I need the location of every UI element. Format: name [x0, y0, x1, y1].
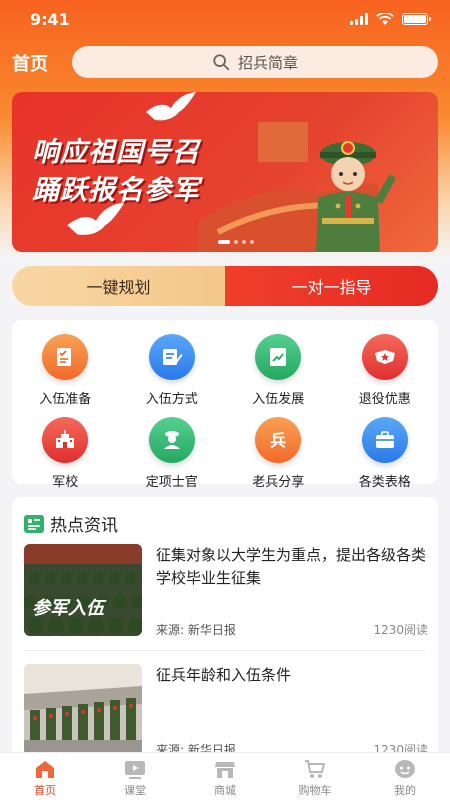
officer-icon	[148, 417, 195, 463]
status-icons	[350, 13, 431, 25]
news-icon	[24, 514, 44, 533]
school-building-icon	[42, 417, 89, 463]
carousel-indicator	[218, 240, 254, 244]
action-buttons: 一键规划 一对一指导	[12, 266, 438, 306]
status-bar: 9:41	[0, 0, 450, 40]
profile-icon	[395, 760, 415, 778]
news-section: 热点资讯 参军入伍 征集对象以大学生为重点，提出各级各类学校毕业生征集 来源: …	[12, 497, 438, 757]
tab-store[interactable]: 商城	[180, 753, 270, 800]
tab-profile[interactable]: 我的	[360, 753, 450, 800]
news-header: 热点资讯	[24, 511, 118, 536]
wifi-icon	[376, 13, 394, 25]
grid-item-enlist-development[interactable]: 入伍发展	[225, 334, 332, 407]
tab-home[interactable]: 首页	[0, 753, 90, 800]
grid-item-veteran-share[interactable]: 兵 老兵分享	[225, 417, 332, 490]
soldier-char-icon: 兵	[255, 417, 302, 463]
grid-item-enlist-method[interactable]: 入伍方式	[119, 334, 226, 407]
grid-label: 定项士官	[145, 475, 198, 490]
grid-item-forms[interactable]: 各类表格	[332, 417, 439, 490]
banner-headline-2: 踊跃报名参军	[32, 175, 200, 206]
tab-classroom[interactable]: 课堂	[90, 753, 180, 800]
tab-label: 商城	[214, 784, 236, 797]
store-icon	[215, 762, 235, 778]
news-thumbnail	[24, 664, 142, 756]
briefcase-icon	[361, 417, 408, 463]
search-placeholder: 招兵简章	[237, 53, 298, 72]
news-section-title: 热点资讯	[50, 516, 118, 536]
tab-label: 购物车	[298, 784, 332, 797]
grid-item-military-academy[interactable]: 军校	[12, 417, 119, 490]
news-source: 来源: 新华日报	[156, 623, 236, 637]
grid-item-veteran-benefits[interactable]: 退役优惠	[332, 334, 439, 407]
feature-grid: 入伍准备 入伍方式 入伍发展 退役优惠 军校 定项士官 兵 老兵分享 各类表格	[12, 320, 438, 490]
document-pen-icon	[148, 334, 195, 380]
grid-label: 军校	[52, 475, 79, 490]
grid-label: 各类表格	[358, 475, 411, 490]
grid-label: 老兵分享	[252, 475, 305, 490]
bottom-tab-bar: 首页 课堂 商城 购物车 我的	[0, 752, 450, 800]
grid-item-directed-nco[interactable]: 定项士官	[119, 417, 226, 490]
grid-label: 入伍方式	[145, 392, 198, 407]
tab-label: 我的	[394, 784, 416, 797]
tab-label: 课堂	[124, 784, 146, 797]
thumbnail-caption: 参军入伍	[32, 598, 107, 619]
page-title: 首页	[12, 54, 48, 75]
header: 首页 招兵简章	[0, 44, 450, 80]
news-item[interactable]: 参军入伍 征集对象以大学生为重点，提出各级各类学校毕业生征集 来源: 新华日报 …	[24, 544, 428, 638]
badge-icon	[361, 334, 408, 380]
growth-chart-icon	[255, 334, 302, 380]
home-icon	[36, 761, 54, 778]
tab-label: 首页	[34, 784, 56, 797]
news-title: 征集对象以大学生为重点，提出各级各类学校毕业生征集	[156, 546, 427, 587]
search-icon	[213, 54, 230, 71]
search-input[interactable]: 招兵简章	[72, 46, 438, 78]
banner-headline-1: 响应祖国号召	[32, 137, 200, 168]
cart-icon	[305, 760, 326, 778]
video-play-icon	[125, 761, 145, 779]
checklist-icon	[42, 334, 89, 380]
divider	[24, 650, 426, 651]
svg-text:兵: 兵	[270, 431, 286, 450]
one-click-plan-button[interactable]: 一键规划	[12, 266, 225, 306]
grid-label: 入伍准备	[39, 392, 92, 407]
news-thumbnail: 参军入伍	[24, 544, 142, 636]
banner[interactable]: 响应祖国号召 踊跃报名参军	[12, 92, 438, 252]
tab-cart[interactable]: 购物车	[270, 753, 360, 800]
soldier-illustration	[316, 141, 396, 252]
grid-label: 入伍发展	[252, 392, 305, 407]
signal-icon	[350, 13, 368, 25]
one-on-one-guide-button[interactable]: 一对一指导	[225, 266, 438, 306]
news-item[interactable]: 征兵年龄和入伍条件 来源: 新华日报 1230阅读	[24, 664, 428, 757]
dove-icon	[146, 92, 196, 121]
battery-icon	[402, 13, 431, 25]
news-title: 征兵年龄和入伍条件	[156, 666, 292, 684]
feature-grid-card: 入伍准备 入伍方式 入伍发展 退役优惠 军校 定项士官 兵 老兵分享 各类表格	[12, 320, 438, 490]
grid-item-enlist-prep[interactable]: 入伍准备	[12, 334, 119, 407]
grid-label: 退役优惠	[358, 392, 411, 407]
status-time: 9:41	[30, 10, 70, 29]
news-read-count: 1230阅读	[373, 623, 428, 637]
